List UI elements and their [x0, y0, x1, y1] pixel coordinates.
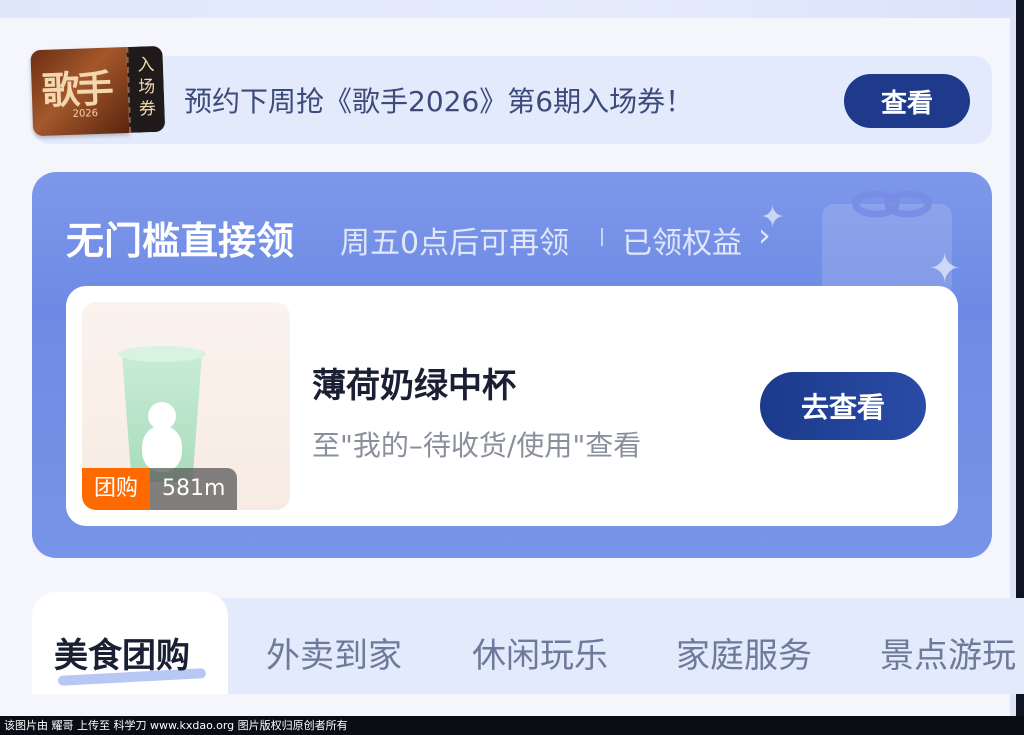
- thumb-tag: 团购 581m: [82, 468, 238, 510]
- category-tabs: 美食团购 外卖到家 休闲玩乐 家庭服务 景点游玩: [32, 592, 1024, 694]
- view-button[interactable]: 查看: [844, 74, 970, 128]
- top-strip: [0, 0, 1024, 18]
- ticket-logo-icon: 歌手 2026 入场券: [30, 45, 166, 147]
- claimed-benefits-link[interactable]: 已领权益: [622, 218, 742, 262]
- chevron-right-icon[interactable]: ›: [758, 216, 771, 254]
- ticket-stub-text: 入场券: [137, 55, 157, 120]
- coupon-item-name: 薄荷奶绿中杯: [312, 366, 516, 406]
- banner-text: 预约下周抢《歌手2026》第6期入场券！: [184, 85, 694, 118]
- mascot-head: [148, 402, 176, 430]
- group-buy-tag: 团购: [82, 468, 151, 510]
- watermark: 该图片由 耀哥 上传至 科学刀 www.kxdao.org 图片版权归原创者所有: [0, 716, 1024, 735]
- tab-attractions[interactable]: 景点游玩: [880, 628, 1016, 677]
- mascot-body: [142, 426, 182, 472]
- ticket-logo-text: 歌手: [40, 65, 111, 113]
- go-view-button[interactable]: 去查看: [760, 372, 926, 440]
- gift-bow-icon: [852, 190, 932, 218]
- ticket-year: 2026: [72, 108, 99, 120]
- coupon-card[interactable]: 团购 581m 薄荷奶绿中杯 至"我的–待收货/使用"查看 去查看: [66, 286, 958, 526]
- tab-label: 美食团购: [54, 636, 190, 676]
- tab-home-service[interactable]: 家庭服务: [676, 628, 812, 677]
- tab-food-group-buy[interactable]: 美食团购: [32, 592, 228, 694]
- promo-subtitle: 周五0点后可再领: [340, 226, 570, 261]
- ticket-main: 歌手 2026: [30, 46, 130, 137]
- singer-ticket-banner[interactable]: 歌手 2026 入场券 预约下周抢《歌手2026》第6期入场券！ 查看: [30, 45, 992, 144]
- product-image: 团购 581m: [82, 302, 290, 510]
- divider: [601, 228, 603, 246]
- drink-cup-top: [118, 346, 206, 362]
- ticket-stub: 入场券: [126, 45, 166, 133]
- tab-leisure[interactable]: 休闲玩乐: [472, 628, 608, 677]
- coupon-description: 至"我的–待收货/使用"查看: [312, 429, 642, 462]
- tab-delivery[interactable]: 外卖到家: [266, 628, 402, 677]
- distance-tag: 581m: [150, 468, 238, 510]
- free-coupon-card: ✦ ✦ 无门槛直接领 周五0点后可再领 已领权益 › 团购 581m 薄荷奶绿中…: [32, 172, 992, 558]
- promo-title: 无门槛直接领: [66, 219, 295, 263]
